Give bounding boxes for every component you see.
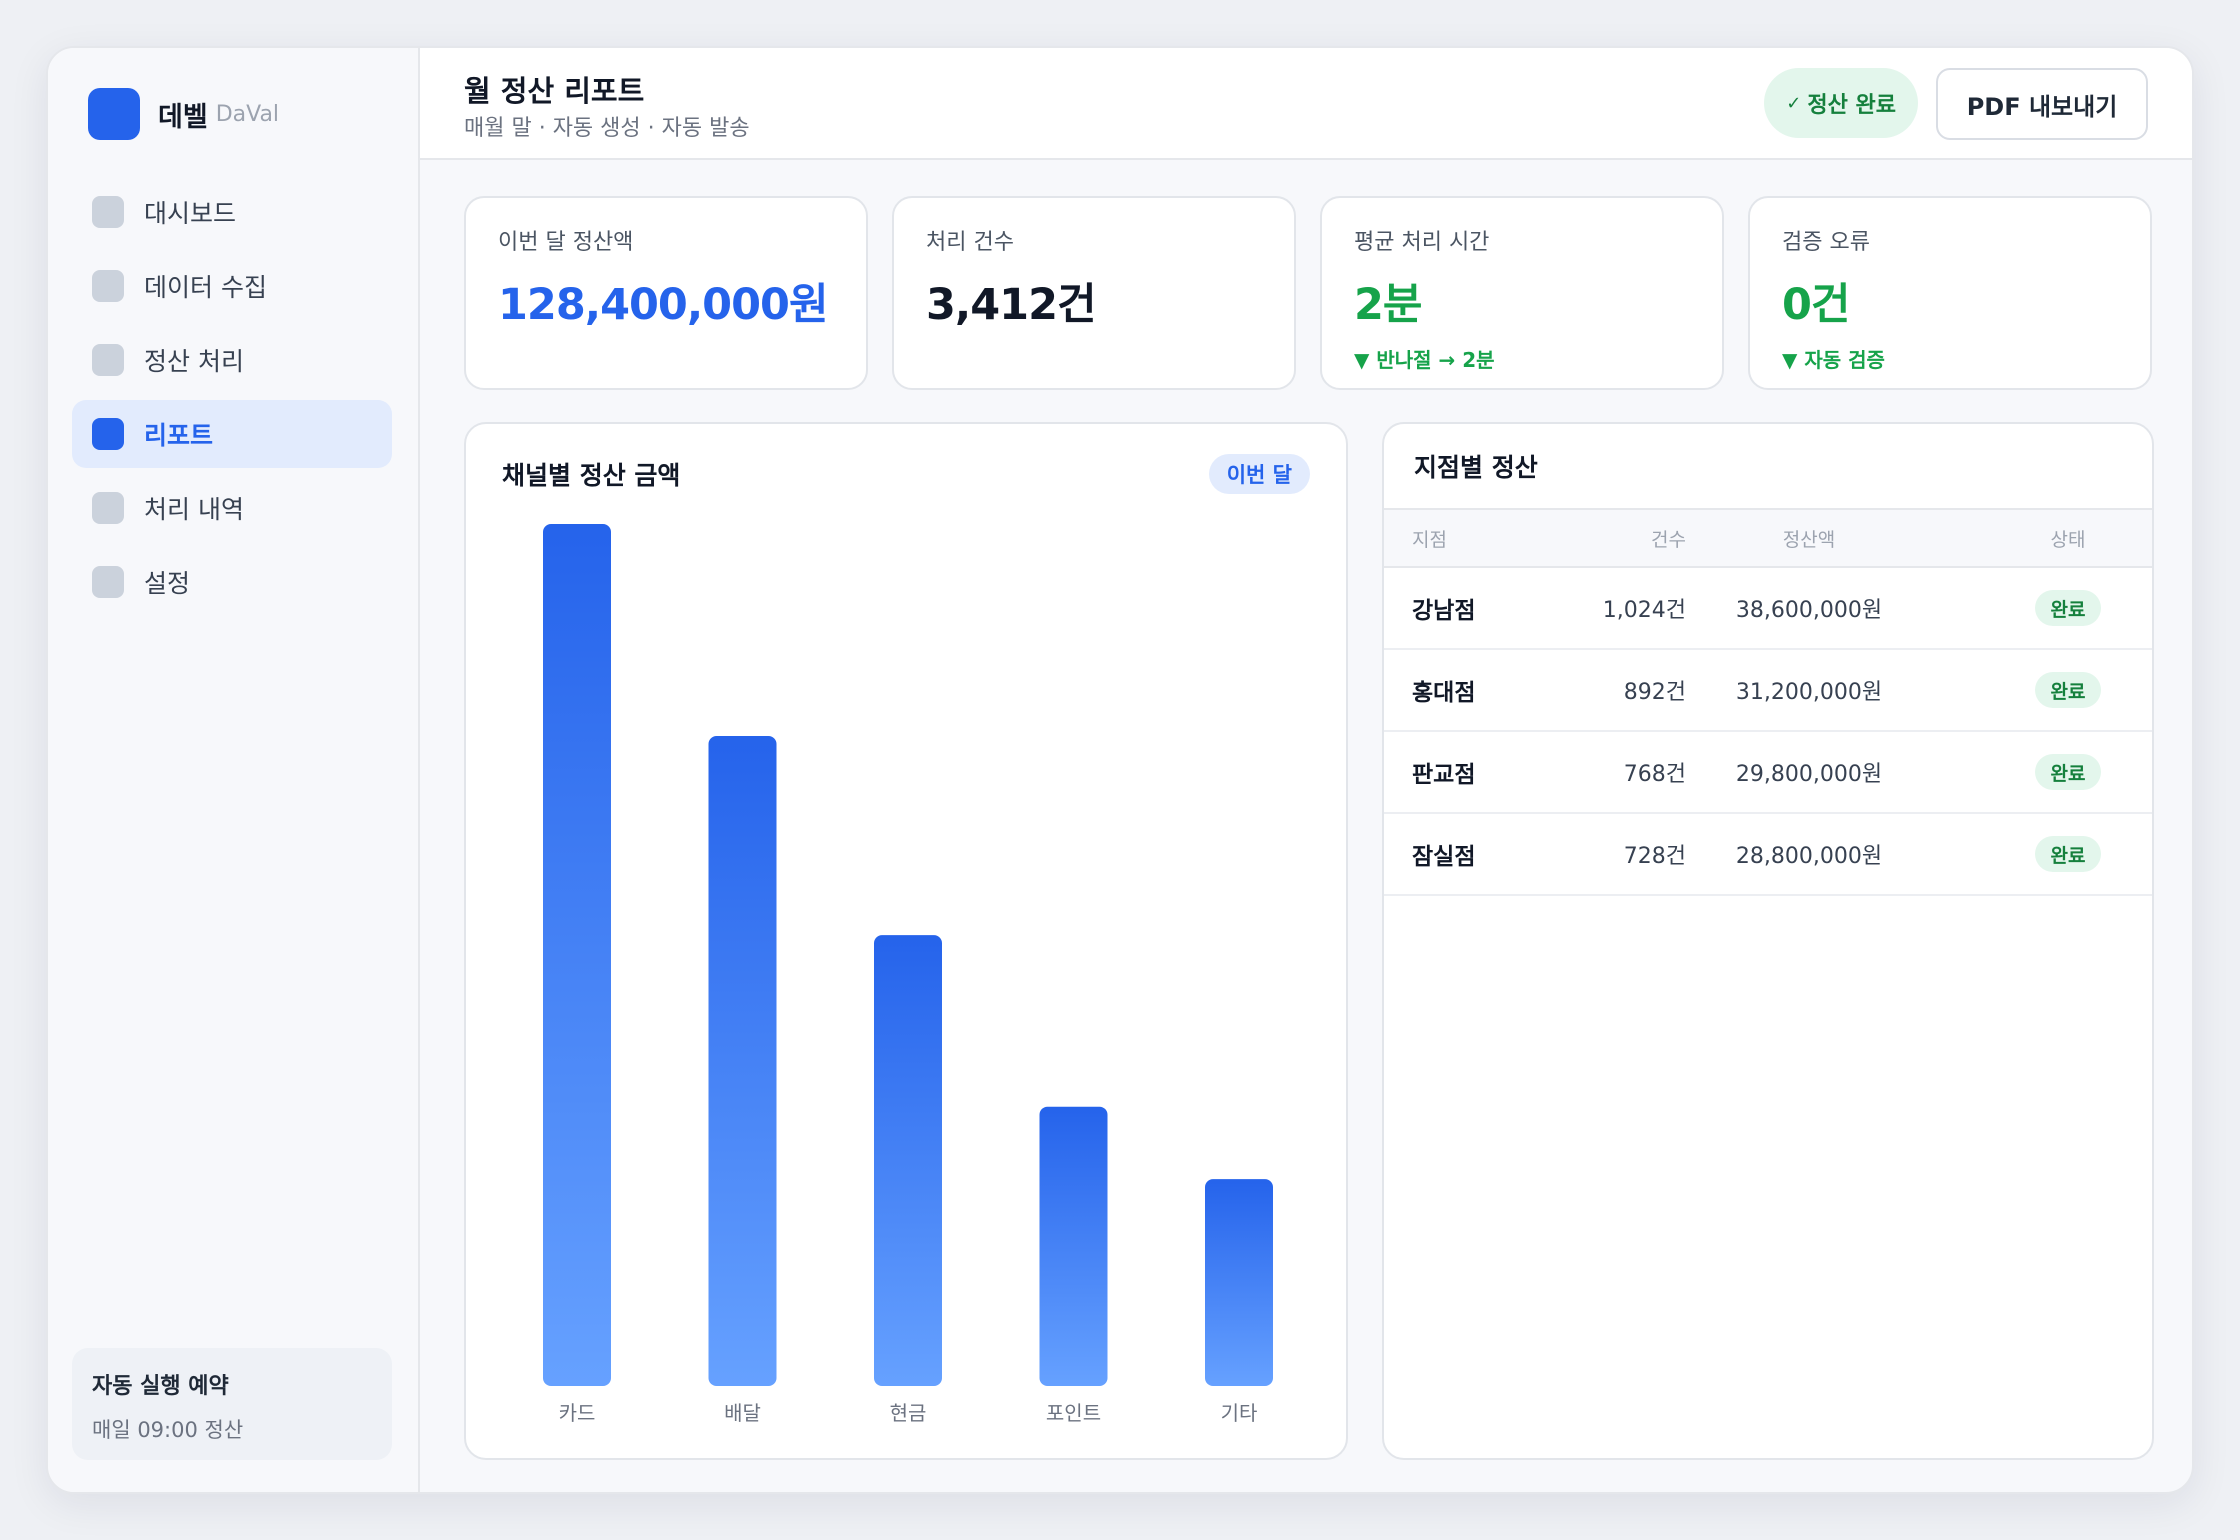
kpi-value: 128,400,000원 [498,280,829,330]
branch-name: 강남점 [1412,598,1476,624]
check-icon: ✓ [1786,92,1802,114]
export-pdf-button[interactable]: PDF 내보내기 [1936,68,2148,140]
sidebar-item-label: 대시보드 [144,199,237,228]
branch-name: 홍대점 [1412,680,1476,706]
sidebar-item-label: 정산 처리 [144,347,244,376]
status-badge: ✓ 정산 완료 [1764,68,1918,138]
x-tick-label: 배달 [724,1401,761,1425]
kpi-label: 처리 건수 [926,230,1014,255]
branch-count: 728건 [1623,844,1686,869]
schedule-detail: 매일 09:00 정산 [92,1418,244,1442]
table-row[interactable]: 잠실점 728건 28,800,000원 완료 [1384,814,2152,896]
column-header-status[interactable]: 상태 [2032,510,2104,566]
x-tick-label: 기타 [1221,1401,1258,1425]
branch-name: 판교점 [1412,762,1476,788]
x-tick-label: 카드 [559,1401,596,1425]
settings-icon [92,566,124,598]
kpi-value: 3,412건 [926,280,1097,330]
bar-3[interactable] [1039,1106,1108,1386]
table-row[interactable]: 판교점 768건 29,800,000원 완료 [1384,732,2152,814]
kpi-card-total-amount: 이번 달 정산액 128,400,000원 [464,196,868,390]
x-tick-label: 포인트 [1046,1401,1101,1425]
kpi-trend: ▼ 반나절 → 2분 [1354,348,1495,372]
brand-logo-icon [88,88,140,140]
branch-name: 잠실점 [1412,844,1476,870]
sidebar-item-history[interactable]: 처리 내역 [72,474,392,542]
schedule-card[interactable]: 자동 실행 예약 매일 09:00 정산 [72,1348,392,1460]
data-collection-icon [92,270,124,302]
settlement-icon [92,344,124,376]
app-window: 데벨 DaVal 대시보드 데이터 수집 정산 처리 리포트 처리 내역 설정 … [46,46,2194,1494]
schedule-title: 자동 실행 예약 [92,1374,229,1399]
status-badge: 완료 [2034,754,2102,790]
kpi-value: 2분 [1354,280,1422,330]
status-cell: 완료 [2032,650,2104,730]
table-row[interactable]: 강남점 1,024건 38,600,000원 완료 [1384,568,2152,650]
page-subtitle: 매월 말 · 자동 생성 · 자동 발송 [464,116,750,141]
column-header-branch[interactable]: 지점 [1412,510,1447,566]
bar-2[interactable] [874,935,942,1386]
sidebar-item-dashboard[interactable]: 대시보드 [72,178,392,246]
kpi-card-count: 처리 건수 3,412건 [892,196,1296,390]
sidebar: 데벨 DaVal 대시보드 데이터 수집 정산 처리 리포트 처리 내역 설정 … [48,48,420,1492]
kpi-label: 평균 처리 시간 [1354,230,1490,255]
bar-1[interactable] [708,736,777,1386]
sidebar-item-settlement[interactable]: 정산 처리 [72,326,392,394]
column-header-amount[interactable]: 정산액 [1724,510,1894,566]
kpi-label: 검증 오류 [1782,230,1870,255]
status-cell: 완료 [2032,732,2104,812]
status-badge: 완료 [2034,672,2102,708]
dashboard-icon [92,196,124,228]
kpi-value: 0건 [1782,280,1850,330]
status-badge-label: 정산 완료 [1807,93,1896,118]
channel-chart-card: 카드 배달 현금 포인트 기타 채널별 정산 금액 이번 달 [464,422,1348,1460]
branch-table-card: 지점별 정산 지점 건수 정산액 상태 강남점 1,024건 38,600,00… [1382,422,2154,1460]
sidebar-item-label: 처리 내역 [144,495,244,524]
history-icon [92,492,124,524]
status-badge: 완료 [2034,590,2102,626]
page-header: 월 정산 리포트 매월 말 · 자동 생성 · 자동 발송 ✓ 정산 완료 PD… [420,48,2192,160]
status-badge: 완료 [2034,836,2102,872]
branch-amount: 29,800,000원 [1735,762,1883,787]
kpi-card-errors: 검증 오류 0건 ▼ 자동 검증 [1748,196,2152,390]
column-header-count[interactable]: 건수 [1651,510,1686,566]
branch-count: 1,024건 [1602,598,1686,623]
bar-0[interactable] [543,524,611,1386]
sidebar-nav: 대시보드 데이터 수집 정산 처리 리포트 처리 내역 설정 [72,178,392,622]
kpi-label: 이번 달 정산액 [498,230,634,255]
sidebar-item-label: 데이터 수집 [144,273,267,302]
brand-sub: DaVal [215,101,280,127]
bar-4[interactable] [1205,1179,1273,1386]
table-row[interactable]: 홍대점 892건 31,200,000원 완료 [1384,650,2152,732]
status-cell: 완료 [2032,568,2104,648]
page-title: 월 정산 리포트 [464,74,645,108]
branch-count: 892건 [1623,680,1686,705]
sidebar-item-label: 리포트 [144,421,214,450]
sidebar-item-settings[interactable]: 설정 [72,548,392,616]
kpi-trend: ▼ 자동 검증 [1782,348,1885,372]
table-header: 지점 건수 정산액 상태 [1384,508,2152,568]
x-tick-label: 현금 [890,1401,927,1425]
table-title: 지점별 정산 [1414,453,1538,482]
kpi-card-avg-time: 평균 처리 시간 2분 ▼ 반나절 → 2분 [1320,196,1724,390]
sidebar-item-report[interactable]: 리포트 [72,400,392,468]
period-badge[interactable]: 이번 달 [1208,454,1310,494]
bar-chart: 카드 배달 현금 포인트 기타 [543,524,1273,1425]
sidebar-item-data-collection[interactable]: 데이터 수집 [72,252,392,320]
branch-amount: 28,800,000원 [1735,844,1883,869]
brand[interactable]: 데벨 DaVal [88,88,279,140]
sidebar-item-label: 설정 [144,569,191,598]
branch-count: 768건 [1623,762,1686,787]
report-icon [92,418,124,450]
branch-amount: 38,600,000원 [1735,598,1883,623]
branch-amount: 31,200,000원 [1735,680,1883,705]
chart-title: 채널별 정산 금액 [502,461,681,490]
status-cell: 완료 [2032,814,2104,894]
brand-name: 데벨 [158,101,208,133]
